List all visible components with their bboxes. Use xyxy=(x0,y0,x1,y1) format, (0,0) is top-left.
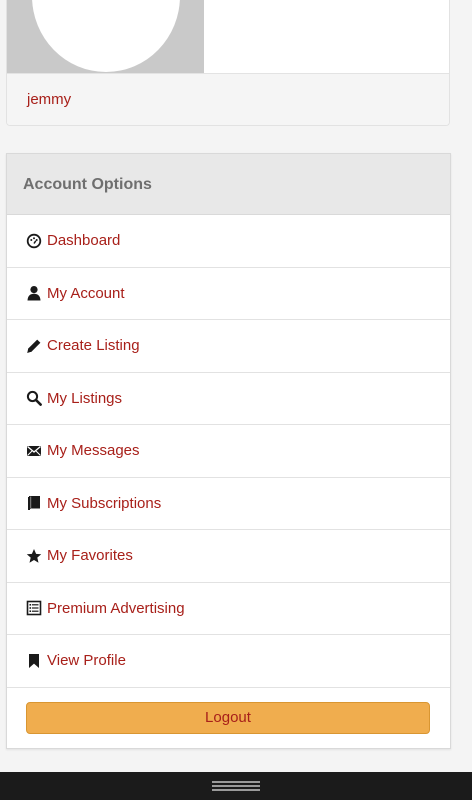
bookmark-icon xyxy=(26,653,42,669)
account-options-panel: Account Options Dashboard My Account Cre… xyxy=(6,153,451,749)
avatar[interactable] xyxy=(7,0,204,73)
menu-label: My Subscriptions xyxy=(47,494,162,512)
list-icon xyxy=(26,600,42,616)
menu-label: My Account xyxy=(47,284,125,302)
username-link[interactable]: jemmy xyxy=(27,91,71,108)
menu-label: Create Listing xyxy=(47,337,140,355)
menu-label: Premium Advertising xyxy=(47,599,185,617)
dashboard-icon xyxy=(26,233,42,249)
menu-item-my-favorites[interactable]: My Favorites xyxy=(7,530,450,583)
nav-handle-icon[interactable] xyxy=(212,781,260,791)
menu-item-view-profile[interactable]: View Profile xyxy=(7,635,450,688)
menu-item-premium-advertising[interactable]: Premium Advertising xyxy=(7,583,450,635)
menu-item-my-listings[interactable]: My Listings xyxy=(7,373,450,425)
menu-label: My Messages xyxy=(47,442,140,460)
logout-row: Logout xyxy=(7,688,450,748)
menu-item-dashboard[interactable]: Dashboard xyxy=(7,215,450,268)
account-options-header: Account Options xyxy=(7,154,450,215)
user-icon xyxy=(26,285,42,301)
search-icon xyxy=(26,390,42,407)
menu-item-my-messages[interactable]: My Messages xyxy=(7,425,450,478)
avatar-image xyxy=(32,0,180,72)
menu-label: Dashboard xyxy=(47,232,121,250)
profile-footer: jemmy xyxy=(7,73,449,125)
pencil-icon xyxy=(26,338,42,354)
profile-card: jemmy xyxy=(6,0,450,126)
account-options-title: Account Options xyxy=(23,176,152,193)
envelope-icon xyxy=(26,443,42,459)
logout-button[interactable]: Logout xyxy=(26,701,430,734)
star-icon xyxy=(26,548,42,564)
menu-item-my-subscriptions[interactable]: My Subscriptions xyxy=(7,478,450,530)
menu-label: My Favorites xyxy=(47,547,133,565)
menu-item-create-listing[interactable]: Create Listing xyxy=(7,320,450,373)
menu-item-my-account[interactable]: My Account xyxy=(7,268,450,320)
menu-label: My Listings xyxy=(47,389,123,407)
system-nav-bar xyxy=(0,772,472,800)
menu-label: View Profile xyxy=(47,652,126,670)
book-icon xyxy=(26,495,42,511)
